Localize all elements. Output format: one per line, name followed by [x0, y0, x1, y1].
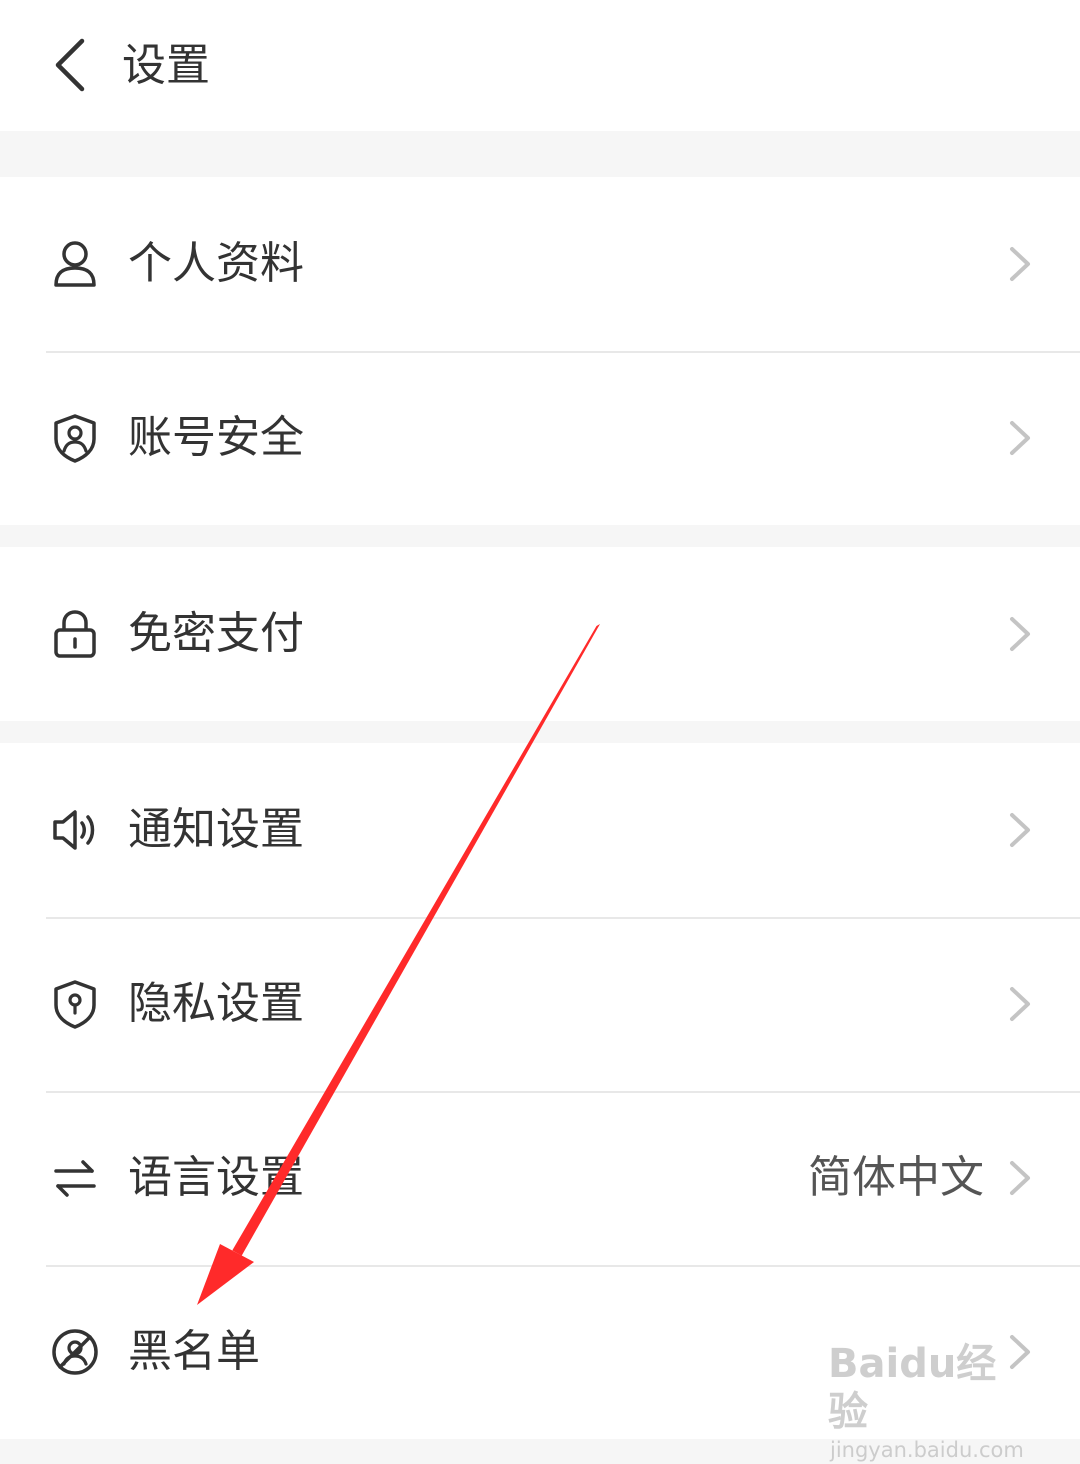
settings-item-profile[interactable]: 个人资料 — [0, 177, 1080, 351]
back-button[interactable] — [40, 30, 100, 100]
settings-item-label: 语言设置 — [128, 1152, 304, 1203]
current-language-value: 简体中文 — [808, 1152, 984, 1203]
chevron-right-icon — [1010, 617, 1030, 651]
chevron-right-icon — [1010, 1161, 1030, 1195]
settings-group-payment: 免密支付 — [0, 547, 1080, 721]
settings-item-notifications[interactable]: 通知设置 — [0, 743, 1080, 917]
user-icon — [50, 239, 100, 289]
settings-item-account-security[interactable]: 账号安全 — [0, 351, 1080, 525]
chevron-right-icon — [1010, 421, 1030, 455]
shield-user-icon — [50, 413, 100, 463]
shield-lock-icon — [50, 979, 100, 1029]
chevron-right-icon — [1010, 813, 1030, 847]
lock-icon — [50, 609, 100, 659]
settings-item-blacklist[interactable]: 黑名单 — [0, 1265, 1080, 1439]
settings-item-password-free-payment[interactable]: 免密支付 — [0, 547, 1080, 721]
speaker-icon — [50, 805, 100, 855]
settings-item-label: 通知设置 — [128, 804, 304, 855]
chevron-left-icon — [55, 38, 85, 92]
chevron-right-icon — [1010, 1335, 1030, 1369]
settings-item-label: 账号安全 — [128, 412, 304, 463]
blocked-user-icon — [50, 1327, 100, 1377]
page-title: 设置 — [122, 40, 210, 91]
settings-item-label: 个人资料 — [128, 238, 304, 289]
top-bar: 设置 — [0, 0, 1080, 131]
chevron-right-icon — [1010, 247, 1030, 281]
settings-item-language[interactable]: 语言设置 简体中文 — [0, 1091, 1080, 1265]
chevron-right-icon — [1010, 987, 1030, 1021]
settings-group-general: 通知设置 隐私设置 语言设置 简体中文 黑名单 — [0, 743, 1080, 1439]
settings-item-label: 黑名单 — [128, 1326, 260, 1377]
settings-group-profile: 个人资料 账号安全 — [0, 177, 1080, 525]
settings-item-privacy[interactable]: 隐私设置 — [0, 917, 1080, 1091]
settings-item-label: 隐私设置 — [128, 978, 304, 1029]
swap-arrows-icon — [50, 1153, 100, 1203]
settings-item-label: 免密支付 — [128, 608, 304, 659]
